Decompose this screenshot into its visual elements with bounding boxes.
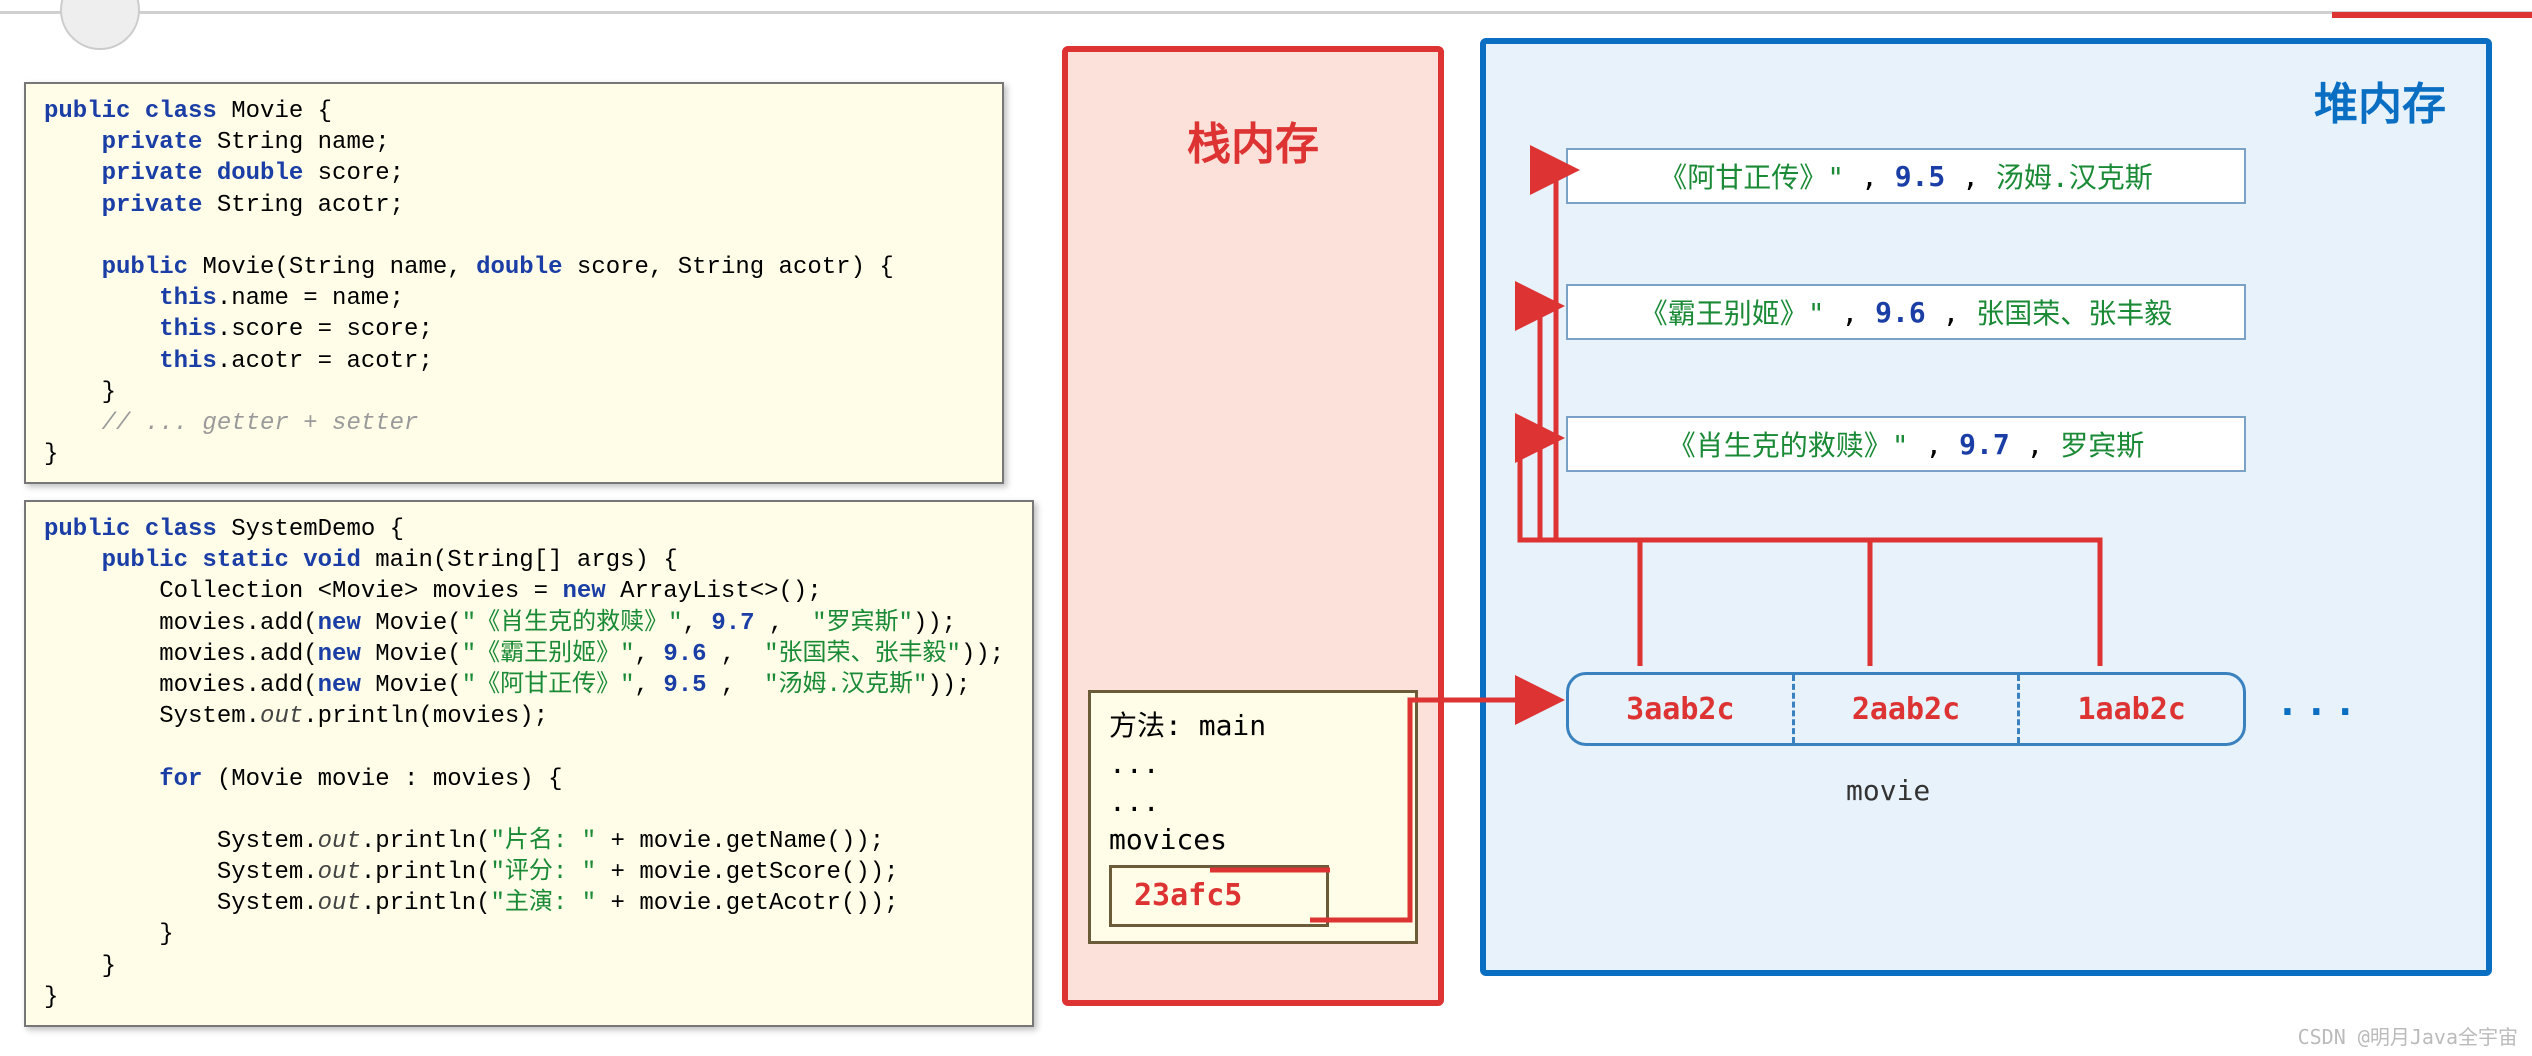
stack-title: 栈内存 (1088, 108, 1418, 172)
stack-memory-box: 栈内存 方法: main ... ... movices 23afc5 (1062, 46, 1444, 1006)
obj-name: 《阿甘正传》" (1659, 156, 1844, 196)
array-label: movie (1846, 774, 1930, 807)
stack-line: ... (1109, 745, 1397, 783)
array-cell-0: 3aab2c (1569, 675, 1795, 743)
obj-name: 《肖生克的救赎》" (1668, 424, 1909, 464)
heap-memory-box: 堆内存 《阿甘正传》" , 9.5 , 汤姆.汉克斯 《霸王别姬》" , 9.6… (1480, 38, 2492, 976)
obj-score: 9.5 (1895, 160, 1946, 193)
top-strip (0, 0, 2532, 14)
heap-array-movie: 3aab2c 2aab2c 1aab2c (1566, 672, 2246, 746)
array-cell-2: 1aab2c (2020, 675, 2243, 743)
code-movie-class: public class Movie { private String name… (24, 82, 1004, 484)
obj-score: 9.7 (1959, 428, 2010, 461)
stack-frame-main: 方法: main ... ... movices 23afc5 (1088, 690, 1418, 944)
obj-actor: 罗宾斯 (2060, 424, 2144, 464)
code-systemdemo-class: public class SystemDemo { public static … (24, 500, 1034, 1027)
stack-var-name: movices (1109, 821, 1397, 859)
heap-object-1: 《阿甘正传》" , 9.5 , 汤姆.汉克斯 (1566, 148, 2246, 204)
stack-line: ... (1109, 783, 1397, 821)
heap-object-3: 《肖生克的救赎》" , 9.7 , 罗宾斯 (1566, 416, 2246, 472)
array-more-dots: ... (2276, 680, 2363, 724)
obj-actor: 汤姆.汉克斯 (1996, 156, 2153, 196)
obj-name: 《霸王别姬》" (1640, 292, 1825, 332)
avatar (60, 0, 140, 50)
heap-object-2: 《霸王别姬》" , 9.6 , 张国荣、张丰毅 (1566, 284, 2246, 340)
obj-score: 9.6 (1875, 296, 1926, 329)
stack-line: 方法: main (1109, 707, 1397, 745)
stack-var-address: 23afc5 (1109, 865, 1329, 928)
top-red-accent (2332, 12, 2532, 18)
array-cell-1: 2aab2c (1795, 675, 2021, 743)
obj-actor: 张国荣、张丰毅 (1976, 292, 2172, 332)
heap-title: 堆内存 (2314, 68, 2446, 132)
watermark: CSDN @明月Java全宇宙 (2298, 1021, 2518, 1050)
